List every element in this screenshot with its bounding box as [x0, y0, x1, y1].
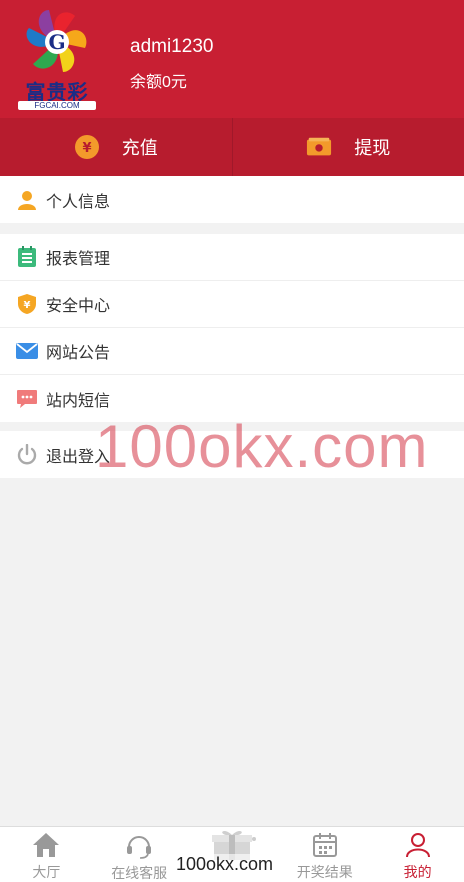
- headset-icon: [125, 831, 153, 859]
- tab-lobby[interactable]: 大厅: [0, 827, 93, 882]
- yen-coin-icon: ¥: [74, 134, 100, 160]
- calendar-icon: [311, 831, 339, 858]
- tab-label-mine: 我的: [403, 864, 432, 880]
- menu-item-personal-info[interactable]: 个人信息: [0, 176, 464, 223]
- pinwheel-logo-icon: G: [26, 10, 87, 72]
- tab-label-draw-results: 开奖结果: [296, 864, 353, 880]
- recharge-button[interactable]: ¥ 充值: [0, 118, 232, 176]
- footer-watermark: 100okx.com: [176, 854, 274, 875]
- menu-label-announcements: 网站公告: [46, 345, 111, 362]
- svg-text:¥: ¥: [82, 141, 91, 156]
- menu-group-main: 报表管理 ¥ 安全中心 网站公告 站内短信: [0, 234, 464, 422]
- balance-text: 余额0元: [130, 74, 187, 91]
- tab-label-customer-service: 在线客服: [111, 865, 168, 881]
- logo-subtext: FGCAI.COM: [18, 101, 96, 110]
- person-icon: [16, 189, 38, 211]
- chat-bubble-icon: [16, 388, 38, 410]
- menu-label-security: 安全中心: [46, 298, 111, 315]
- tab-draw-results[interactable]: 开奖结果: [278, 827, 371, 882]
- menu-item-announcements[interactable]: 网站公告: [0, 328, 464, 375]
- withdraw-label: 提现: [354, 138, 391, 158]
- svg-text:¥: ¥: [24, 300, 31, 311]
- tab-mine[interactable]: 我的: [371, 827, 464, 882]
- withdraw-button[interactable]: 提现: [231, 118, 464, 176]
- power-icon: [16, 443, 38, 466]
- home-icon: [32, 831, 60, 858]
- username: admi1230: [130, 36, 214, 57]
- menu-group-profile: 个人信息: [0, 176, 464, 223]
- cash-icon: [306, 134, 332, 160]
- recharge-label: 充值: [121, 138, 158, 158]
- wallet-actions: ¥ 充值 提现: [0, 118, 464, 176]
- menu-item-security[interactable]: ¥ 安全中心: [0, 281, 464, 328]
- report-icon: [16, 246, 38, 268]
- tab-label-lobby: 大厅: [32, 864, 61, 880]
- profile-header: G 富贵彩 FGCAI.COM admi1230 余额0元: [0, 0, 464, 118]
- menu-label-messages: 站内短信: [46, 392, 111, 410]
- menu-label-personal-info: 个人信息: [46, 193, 111, 211]
- tab-customer-service[interactable]: 在线客服: [93, 827, 186, 882]
- brand-logo: G 富贵彩 FGCAI.COM: [14, 6, 100, 112]
- mail-icon: [16, 340, 38, 362]
- shield-icon: ¥: [16, 293, 38, 315]
- menu-label-reports: 报表管理: [46, 251, 111, 268]
- watermark-text: 100okx.com: [95, 413, 429, 480]
- svg-text:G: G: [48, 30, 65, 54]
- user-icon: [404, 831, 432, 858]
- menu-item-reports[interactable]: 报表管理: [0, 234, 464, 281]
